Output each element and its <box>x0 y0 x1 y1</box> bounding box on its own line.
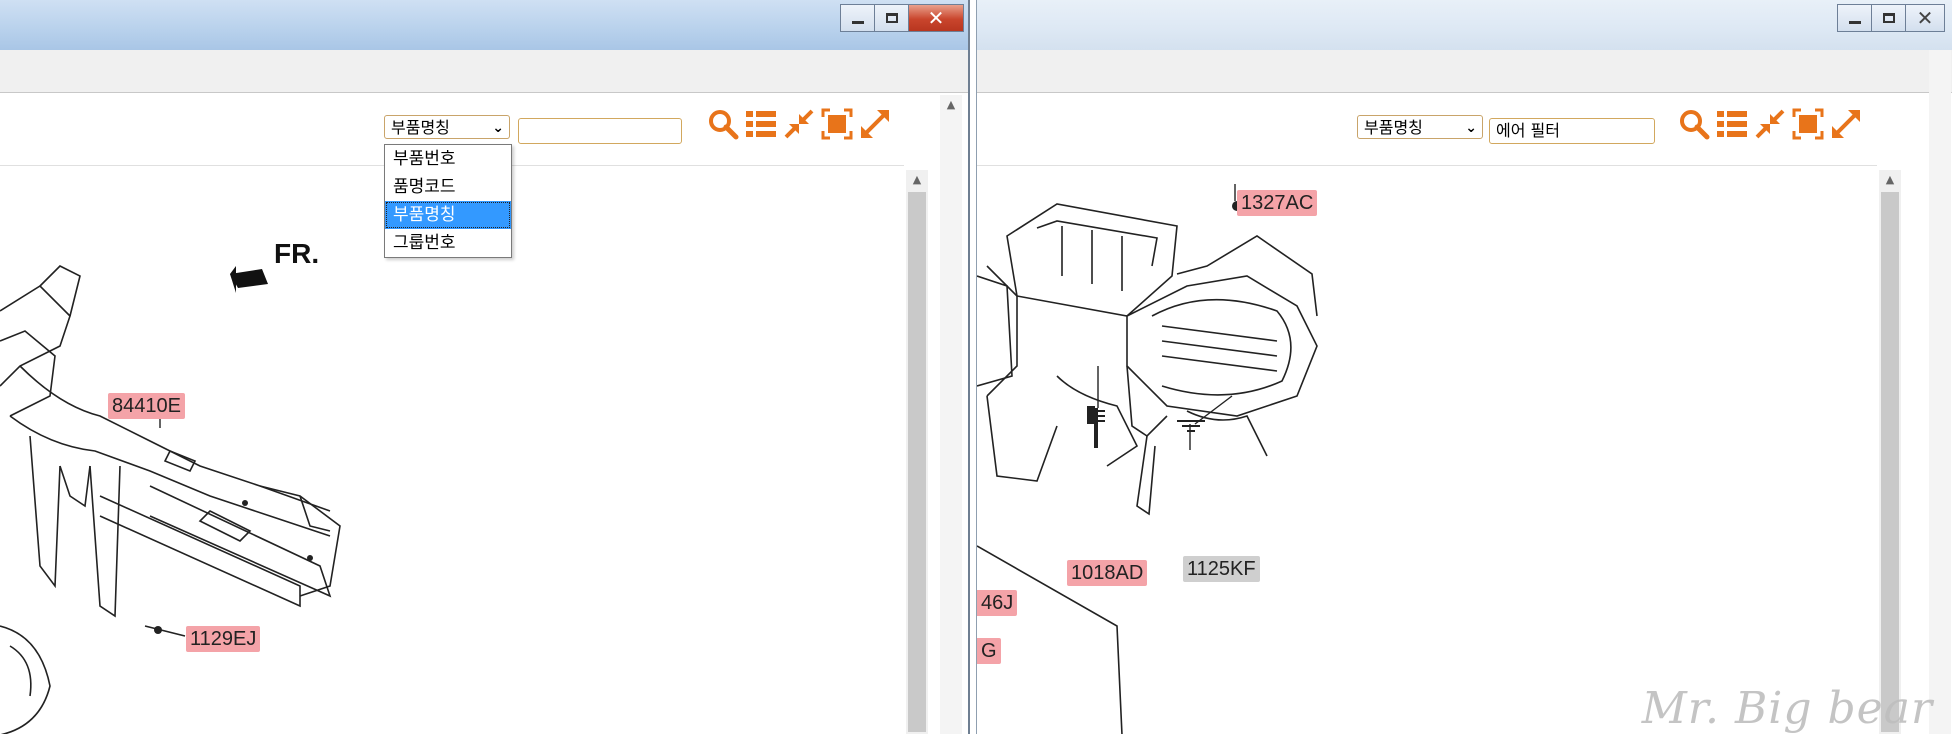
chevron-down-icon: ⌄ <box>1465 120 1477 136</box>
search-icon <box>709 110 739 140</box>
left-tool-icons <box>706 107 892 141</box>
search-input[interactable]: 에어 필터 <box>1489 118 1655 144</box>
search-button[interactable] <box>1677 107 1711 141</box>
scroll-up-icon[interactable]: ▲ <box>940 95 962 115</box>
chevron-down-icon: ⌄ <box>492 120 504 136</box>
expand-button[interactable] <box>858 107 892 141</box>
part-label[interactable]: 84410E <box>108 393 185 419</box>
minimize-icon <box>1848 20 1861 24</box>
part-label[interactable]: 1129EJ <box>186 626 261 652</box>
list-icon <box>1717 111 1747 137</box>
left-menubar <box>0 50 968 93</box>
list-icon <box>746 111 776 137</box>
maximize-icon <box>885 13 898 23</box>
maximize-button[interactable] <box>874 4 908 32</box>
right-titlebar[interactable]: ✕ <box>977 0 1952 50</box>
right-menubar <box>977 50 1952 93</box>
right-window: ✕ 부품명칭 ⌄ 에어 필터 1327AC 1018AD 1125KF 46J … <box>976 0 1952 734</box>
fit-frame-icon <box>1792 108 1824 140</box>
right-outer-scrollbar[interactable] <box>1929 50 1951 734</box>
close-icon: ✕ <box>1916 6 1934 30</box>
search-icon <box>1680 110 1710 140</box>
close-button[interactable]: ✕ <box>908 4 964 32</box>
fit-button[interactable] <box>820 107 854 141</box>
left-vertical-scrollbar[interactable]: ▲ <box>906 170 928 734</box>
expand-button[interactable] <box>1829 107 1863 141</box>
scroll-up-icon[interactable]: ▲ <box>906 170 928 190</box>
left-titlebar[interactable]: ✕ <box>0 0 968 50</box>
shrink-button[interactable] <box>782 107 816 141</box>
left-caption-buttons: ✕ <box>840 4 964 32</box>
search-field-dropdown: 부품번호 품명코드 부품명칭 그룹번호 <box>384 144 512 258</box>
list-button[interactable] <box>744 107 778 141</box>
scroll-thumb[interactable] <box>908 192 926 732</box>
direction-label: FR. <box>274 238 320 269</box>
right-caption-buttons: ✕ <box>1837 4 1945 32</box>
fit-frame-icon <box>821 108 853 140</box>
search-field-select[interactable]: 부품명칭 ⌄ <box>1357 115 1483 139</box>
right-tool-icons <box>1677 107 1863 141</box>
dropdown-option[interactable]: 그룹번호 <box>385 229 511 257</box>
maximize-icon <box>1882 13 1895 23</box>
watermark-text: Mr. Big bear <box>1641 683 1933 734</box>
minimize-button[interactable] <box>1837 4 1871 32</box>
part-label[interactable]: 1125KF <box>1183 556 1260 582</box>
close-icon: ✕ <box>927 6 945 30</box>
left-window: ✕ 부품명칭 ⌄ 부품번호 품명코드 부품명칭 그룹번호 FR. 84410E … <box>0 0 970 734</box>
search-input[interactable] <box>518 118 682 144</box>
dropdown-option-selected[interactable]: 부품명칭 <box>385 201 511 229</box>
dropdown-option[interactable]: 품명코드 <box>385 173 511 201</box>
right-parts-diagram[interactable]: 1327AC 1018AD 1125KF 46J G <box>977 165 1877 734</box>
expand-icon <box>861 110 889 138</box>
minimize-button[interactable] <box>840 4 874 32</box>
dropdown-option[interactable]: 부품번호 <box>385 145 511 173</box>
scroll-up-icon[interactable]: ▲ <box>1879 170 1901 190</box>
shrink-button[interactable] <box>1753 107 1787 141</box>
left-outer-scrollbar[interactable]: ▲ <box>940 95 962 734</box>
expand-icon <box>1832 110 1860 138</box>
hvac-unit-drawing <box>977 184 1318 734</box>
collapse-icon <box>1755 109 1785 139</box>
right-search-toolbar: 부품명칭 ⌄ 에어 필터 <box>977 93 1952 165</box>
search-button[interactable] <box>706 107 740 141</box>
part-label[interactable]: 46J <box>977 590 1018 616</box>
right-vertical-scrollbar[interactable]: ▲ <box>1879 170 1901 734</box>
part-label[interactable]: 1327AC <box>1237 190 1318 216</box>
close-button[interactable]: ✕ <box>1905 4 1945 32</box>
collapse-icon <box>784 109 814 139</box>
maximize-button[interactable] <box>1871 4 1905 32</box>
scroll-thumb[interactable] <box>1881 192 1899 732</box>
list-button[interactable] <box>1715 107 1749 141</box>
fit-button[interactable] <box>1791 107 1825 141</box>
search-field-select[interactable]: 부품명칭 ⌄ <box>384 115 510 139</box>
minimize-icon <box>851 20 864 24</box>
part-label[interactable]: 1018AD <box>1067 560 1148 586</box>
part-label[interactable]: G <box>977 638 1001 664</box>
